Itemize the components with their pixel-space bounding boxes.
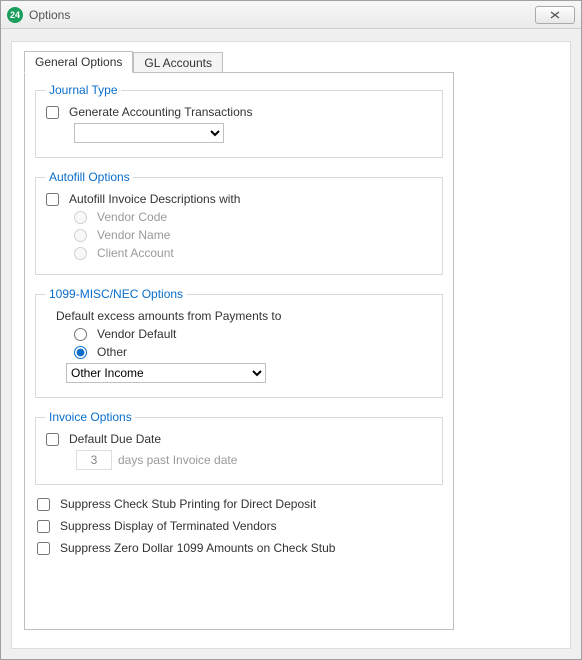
tab-pane-general: Journal Type Generate Accounting Transac… [24,72,454,630]
row-client-account: Client Account [74,246,432,260]
row-suppress-stub: Suppress Check Stub Printing for Direct … [37,497,443,511]
radio-vendor-code [74,211,87,224]
label-default-due-date: Default Due Date [69,432,161,446]
tab-gl-accounts[interactable]: GL Accounts [133,52,223,73]
radio-vendor-default[interactable] [74,328,87,341]
row-generate-transactions: Generate Accounting Transactions [46,105,432,119]
window-title: Options [29,8,70,22]
app-icon: 24 [7,7,23,23]
label-other: Other [97,345,127,359]
options-window: 24 Options Save Exit General Options GL … [0,0,582,660]
row-vendor-name: Vendor Name [74,228,432,242]
label-suppress-zero: Suppress Zero Dollar 1099 Amounts on Che… [60,541,335,555]
close-button[interactable] [535,6,575,24]
row-suppress-zero: Suppress Zero Dollar 1099 Amounts on Che… [37,541,443,555]
titlebar: 24 Options [1,1,581,29]
label-suppress-terminated: Suppress Display of Terminated Vendors [60,519,277,533]
radio-client-account [74,247,87,260]
row-suppress-terminated: Suppress Display of Terminated Vendors [37,519,443,533]
checkbox-default-due-date[interactable] [46,433,59,446]
group-invoice-options: Invoice Options Default Due Date days pa… [35,410,443,485]
label-vendor-name: Vendor Name [97,228,170,242]
select-journal-type[interactable] [74,123,224,143]
checkbox-suppress-stub[interactable] [37,498,50,511]
label-vendor-default: Vendor Default [97,327,176,341]
row-journal-select [74,123,432,143]
bottom-checkboxes: Suppress Check Stub Printing for Direct … [35,497,443,555]
select-other-income[interactable]: Other Income [66,363,266,383]
checkbox-generate-transactions[interactable] [46,106,59,119]
radio-vendor-name [74,229,87,242]
row-default-due-date: Default Due Date [46,432,432,446]
row-1099-default-label: Default excess amounts from Payments to [56,309,432,323]
group-journal-type: Journal Type Generate Accounting Transac… [35,83,443,158]
checkbox-suppress-zero[interactable] [37,542,50,555]
label-client-account: Client Account [97,246,174,260]
tab-strip: General Options GL Accounts [24,50,570,72]
label-autofill-descriptions: Autofill Invoice Descriptions with [69,192,240,206]
label-1099-default: Default excess amounts from Payments to [56,309,281,323]
checkbox-suppress-terminated[interactable] [37,520,50,533]
close-icon [549,10,561,20]
checkbox-autofill-descriptions[interactable] [46,193,59,206]
row-vendor-default: Vendor Default [74,327,432,341]
group-1099-legend: 1099-MISC/NEC Options [46,287,186,301]
tab-general-options[interactable]: General Options [24,51,133,73]
dialog-body: General Options GL Accounts Journal Type… [11,41,571,649]
row-days-past: days past Invoice date [76,450,432,470]
row-other: Other [74,345,432,359]
row-vendor-code: Vendor Code [74,210,432,224]
row-other-income-select: Other Income [66,363,432,383]
label-suppress-stub: Suppress Check Stub Printing for Direct … [60,497,316,511]
radio-other[interactable] [74,346,87,359]
label-generate-transactions: Generate Accounting Transactions [69,105,252,119]
group-autofill-options: Autofill Options Autofill Invoice Descri… [35,170,443,275]
row-autofill-main: Autofill Invoice Descriptions with [46,192,432,206]
label-vendor-code: Vendor Code [97,210,167,224]
group-journal-type-legend: Journal Type [46,83,121,97]
group-autofill-legend: Autofill Options [46,170,133,184]
group-1099-options: 1099-MISC/NEC Options Default excess amo… [35,287,443,398]
group-invoice-legend: Invoice Options [46,410,135,424]
label-days-past: days past Invoice date [118,453,237,467]
input-days-past [76,450,112,470]
